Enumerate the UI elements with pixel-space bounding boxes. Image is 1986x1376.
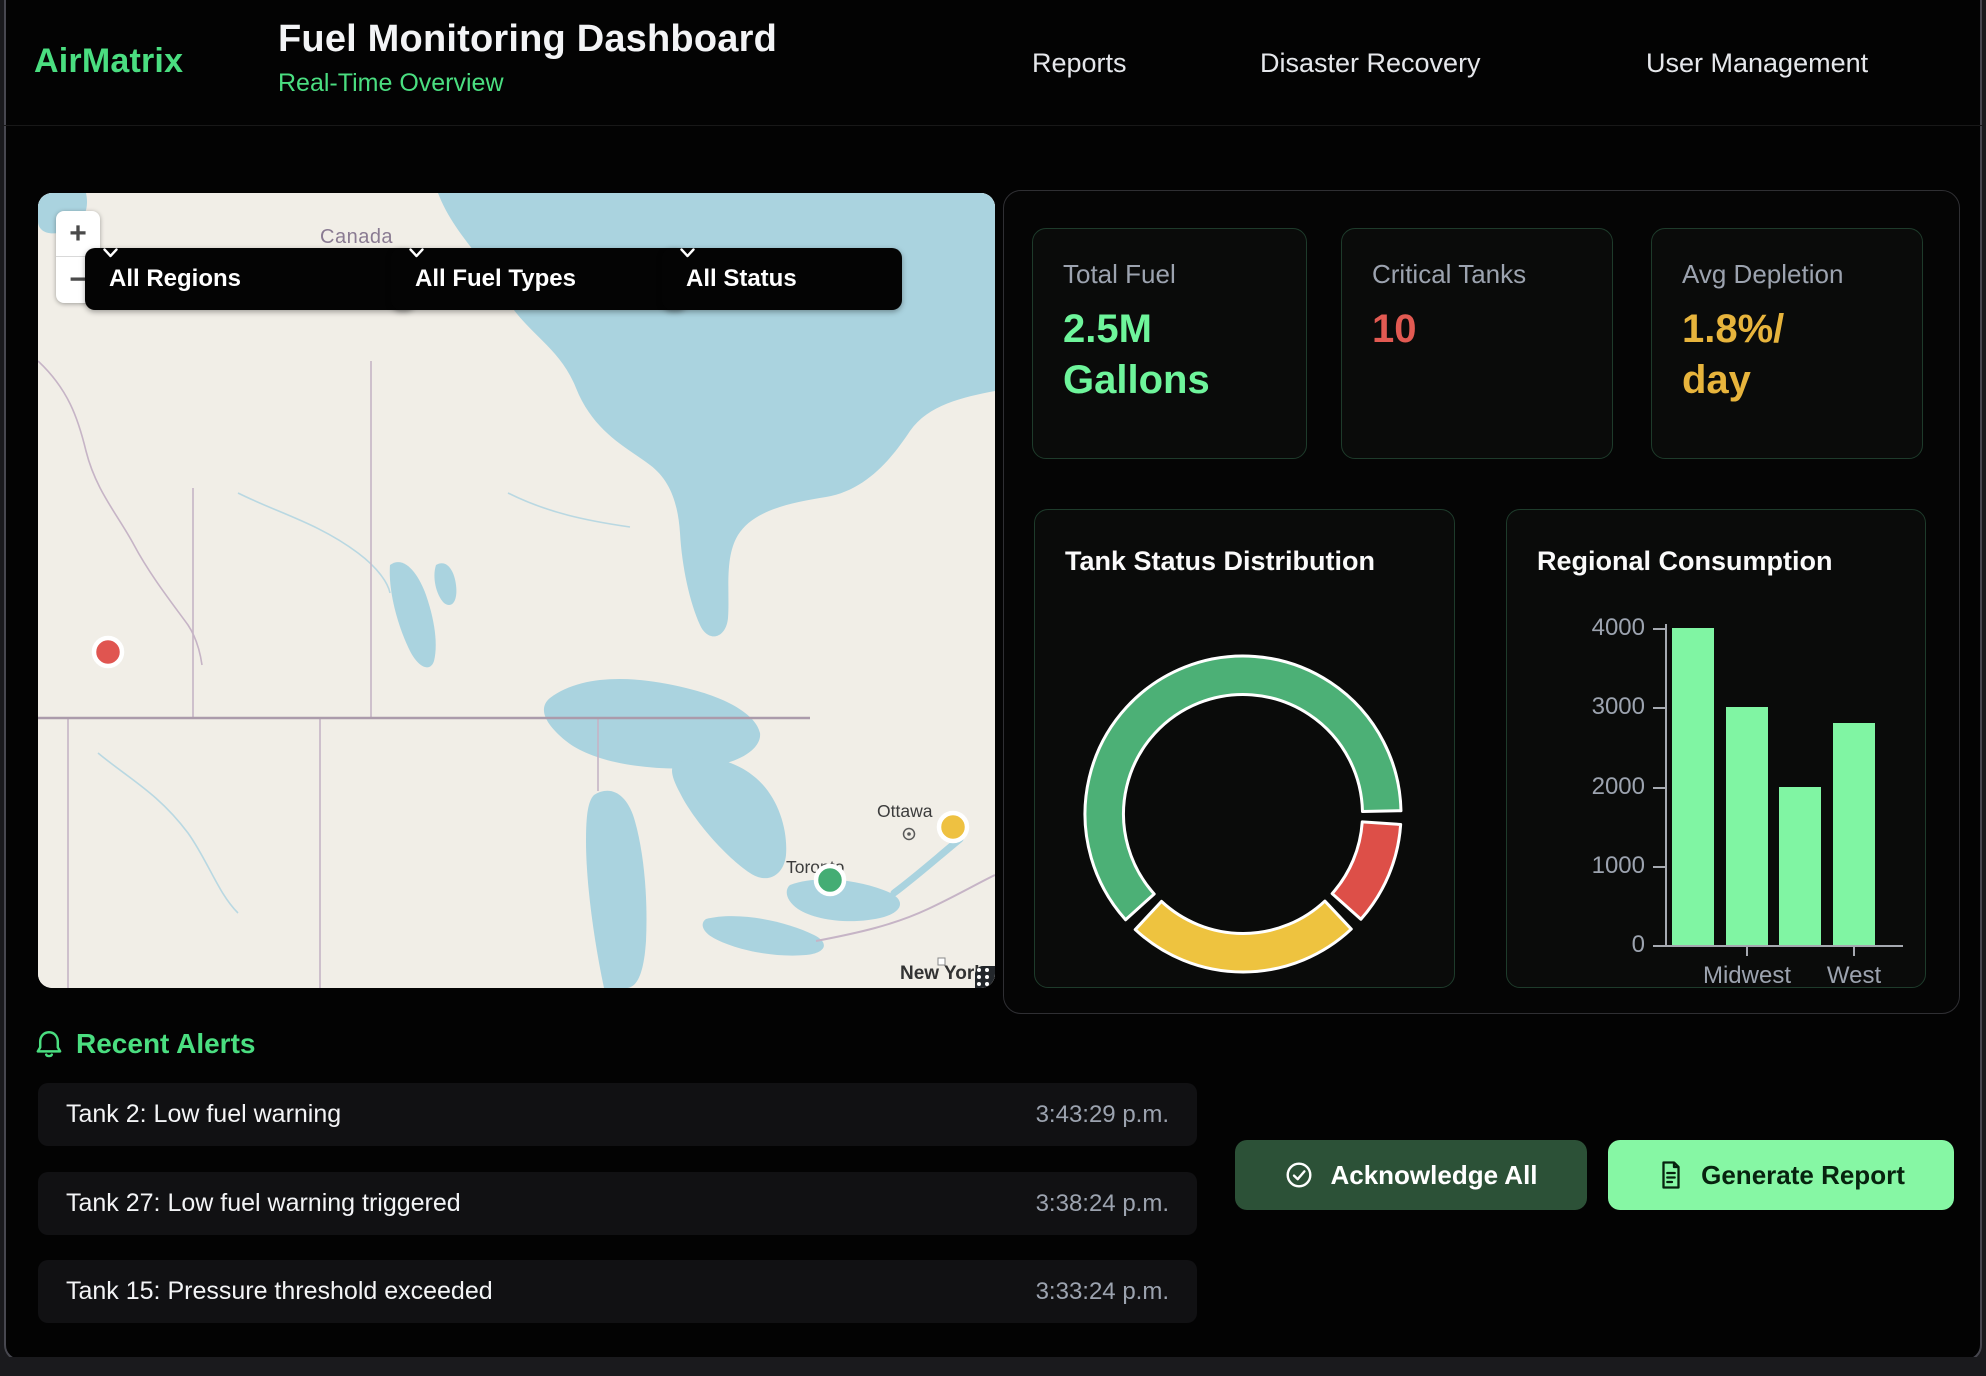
grip-dots-icon (975, 966, 991, 988)
bell-icon (34, 1028, 64, 1060)
stat-value: 10 (1372, 304, 1612, 355)
tank-status-donut-chart (1073, 644, 1413, 984)
alerts-heading: Recent Alerts (76, 1028, 255, 1060)
document-icon (1657, 1160, 1685, 1190)
stat-value-line1: 1.8%/ (1682, 304, 1922, 355)
window-bottom-gap (0, 1357, 1986, 1376)
map-marker-warning[interactable] (939, 813, 967, 841)
filter-regions[interactable]: All Regions (85, 248, 415, 310)
alert-text: Tank 27: Low fuel warning triggered (66, 1189, 461, 1218)
stat-value: 1.8%/ day (1682, 304, 1922, 406)
stat-value-line2: day (1682, 355, 1922, 406)
y-tick-mark (1653, 707, 1665, 709)
y-tick-label: 2000 (1507, 773, 1645, 801)
bar-chart-card: Regional Consumption 01000200030004000Mi… (1506, 509, 1926, 988)
chevron-down-icon (409, 248, 424, 258)
map-city-label-newyork: New York (900, 963, 985, 984)
x-tick-mark (1746, 947, 1748, 956)
stat-label: Total Fuel (1063, 259, 1306, 290)
donut-segment-critical[interactable] (1332, 822, 1400, 919)
y-tick-mark (1653, 945, 1665, 947)
alert-text: Tank 2: Low fuel warning (66, 1100, 341, 1129)
stat-card-total-fuel: Total Fuel 2.5M Gallons (1032, 228, 1307, 459)
y-tick-label: 3000 (1507, 693, 1645, 721)
map-country-label: Canada (320, 226, 393, 248)
stat-value-line1: 10 (1372, 304, 1612, 355)
donut-chart-card: Tank Status Distribution (1034, 509, 1455, 988)
bar-West[interactable] (1833, 723, 1875, 945)
overview-panel: Total Fuel 2.5M Gallons Critical Tanks 1… (1003, 190, 1960, 1014)
map-city-label-ottawa: Ottawa (877, 801, 933, 821)
chevron-down-icon (680, 248, 695, 258)
nav-user-management[interactable]: User Management (1646, 48, 1868, 79)
page-subtitle: Real-Time Overview (278, 69, 777, 98)
bar-Midwest[interactable] (1726, 707, 1768, 945)
y-tick-label: 1000 (1507, 852, 1645, 880)
filter-status[interactable]: All Status (662, 248, 902, 310)
nav-disaster-recovery[interactable]: Disaster Recovery (1260, 48, 1481, 79)
alert-row[interactable]: Tank 27: Low fuel warning triggered 3:38… (38, 1172, 1197, 1235)
x-tick-label: West (1784, 962, 1924, 990)
check-circle-icon (1284, 1160, 1314, 1190)
stat-card-critical-tanks: Critical Tanks 10 (1341, 228, 1613, 459)
y-tick-mark (1653, 787, 1665, 789)
stat-label: Avg Depletion (1682, 259, 1922, 290)
brand-logo: AirMatrix (34, 42, 183, 81)
filter-regions-value: All Regions (109, 265, 241, 293)
header-divider (4, 125, 1982, 126)
page-title: Fuel Monitoring Dashboard (278, 18, 777, 61)
acknowledge-all-label: Acknowledge All (1330, 1160, 1537, 1191)
donut-chart-title: Tank Status Distribution (1065, 546, 1375, 577)
filter-fuel-types-value: All Fuel Types (415, 265, 576, 293)
alert-timestamp: 3:43:29 p.m. (1036, 1101, 1169, 1129)
stat-value-line2: Gallons (1063, 355, 1306, 406)
y-tick-label: 4000 (1507, 614, 1645, 642)
generate-report-button[interactable]: Generate Report (1608, 1140, 1954, 1210)
dashboard-root: AirMatrix Fuel Monitoring Dashboard Real… (0, 0, 1986, 1376)
x-tick-mark (1853, 947, 1855, 956)
stat-value: 2.5M Gallons (1063, 304, 1306, 406)
map-marker-critical[interactable] (94, 638, 122, 666)
map-marker-normal[interactable] (816, 866, 844, 894)
regional-consumption-bar-chart: 01000200030004000MidwestWest (1507, 510, 1927, 989)
acknowledge-all-button[interactable]: Acknowledge All (1235, 1140, 1587, 1210)
filter-status-value: All Status (686, 265, 797, 293)
bar-series-2[interactable] (1779, 787, 1821, 946)
x-axis-line (1659, 945, 1903, 947)
stat-card-avg-depletion: Avg Depletion 1.8%/ day (1651, 228, 1923, 459)
alert-row[interactable]: Tank 2: Low fuel warning 3:43:29 p.m. (38, 1083, 1197, 1146)
alert-row[interactable]: Tank 15: Pressure threshold exceeded 3:3… (38, 1260, 1197, 1323)
alert-timestamp: 3:38:24 p.m. (1036, 1190, 1169, 1218)
nav-reports[interactable]: Reports (1032, 48, 1127, 79)
stat-value-line1: 2.5M (1063, 304, 1306, 355)
bar-series-0[interactable] (1672, 628, 1714, 945)
y-axis-line (1665, 624, 1667, 947)
y-tick-label: 0 (1507, 931, 1645, 959)
y-tick-mark (1653, 866, 1665, 868)
filter-fuel-types[interactable]: All Fuel Types (391, 248, 687, 310)
map-canvas[interactable]: Canada Ottawa Toronto New York (38, 193, 995, 988)
alert-text: Tank 15: Pressure threshold exceeded (66, 1277, 493, 1306)
y-tick-mark (1653, 628, 1665, 630)
stat-label: Critical Tanks (1372, 259, 1612, 290)
alert-timestamp: 3:33:24 p.m. (1036, 1278, 1169, 1306)
map-panel[interactable]: Canada Ottawa Toronto New York + − All R… (38, 193, 995, 988)
generate-report-label: Generate Report (1701, 1160, 1905, 1191)
chevron-down-icon (103, 248, 118, 258)
donut-segment-warning[interactable] (1135, 901, 1351, 972)
map-drag-handle[interactable] (975, 966, 995, 988)
